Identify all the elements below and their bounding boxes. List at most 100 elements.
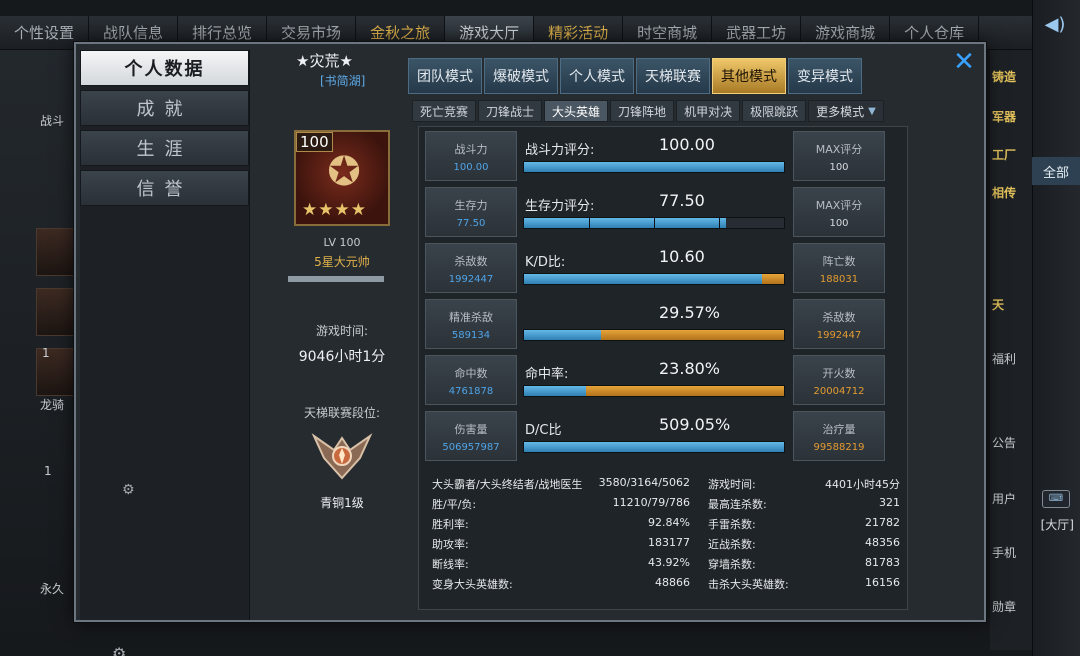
stat-bar-fill: [524, 386, 586, 396]
bg-label: 相传: [992, 186, 1017, 200]
menu-item[interactable]: 信誉: [80, 170, 249, 206]
keyboard-icon[interactable]: ⌨: [1042, 490, 1070, 508]
player-clan[interactable]: [书简湖]: [320, 72, 365, 89]
item-tile[interactable]: [36, 288, 76, 336]
stat-bar-label: D/C比: [525, 423, 562, 438]
right-sidebar: ◀) 全部 ⌨ [大厅]: [1032, 0, 1080, 656]
bg-label: 战斗: [40, 114, 65, 128]
stat-bar-fill: [524, 218, 726, 228]
detail-row: 胜利率: 92.84%: [432, 516, 690, 532]
detail-row: 穿墙杀数: 81783: [708, 556, 900, 572]
stat-bar-label: K/D比:: [525, 255, 566, 270]
detail-row: 近战杀数: 48356: [708, 536, 900, 552]
stat-bar-value: 23.80%: [659, 359, 721, 378]
stat-box-left: 精准杀敌 589134: [425, 299, 517, 349]
detail-value: 4401小时45分: [825, 478, 900, 491]
stat-box-label: 生存力: [454, 199, 488, 212]
stat-progress-bar: [523, 161, 785, 173]
detail-label: 游戏时间:: [708, 478, 756, 491]
sub-mode-tab[interactable]: 刀锋战士: [478, 100, 543, 122]
mode-tab[interactable]: 变异模式: [788, 58, 862, 94]
menu-item[interactable]: 个人数据: [80, 50, 249, 86]
detail-label: 助攻率:: [432, 538, 469, 551]
stat-box-right: MAX评分 100: [793, 187, 885, 237]
detail-value: 92.84%: [648, 516, 690, 529]
sub-mode-tab[interactable]: 死亡竞赛: [412, 100, 477, 122]
more-modes-label: 更多模式: [816, 104, 865, 119]
bg-label: 手机: [992, 546, 1017, 560]
close-icon[interactable]: ✕: [950, 48, 978, 76]
stat-box-label: 命中数: [454, 367, 488, 380]
ladder-rank-value: 青铜1级: [320, 496, 364, 510]
item-tile[interactable]: [36, 228, 76, 276]
mode-tabs: 团队模式 爆破模式 个人模式 天梯联赛 其他模式 变异模式: [408, 58, 864, 94]
menu-item[interactable]: 成就: [80, 90, 249, 126]
stat-box-value: 589134: [451, 330, 491, 341]
stat-box-value: 4761878: [448, 386, 494, 397]
mode-tab[interactable]: 其他模式: [712, 58, 786, 94]
settings-gear-icon[interactable]: ⚙: [112, 644, 126, 656]
stat-box-label: 战斗力: [454, 143, 488, 156]
sub-mode-tab[interactable]: 大头英雄: [544, 100, 609, 122]
bg-label: 工厂: [992, 148, 1017, 162]
gear-icon[interactable]: ⚙: [122, 482, 135, 498]
personal-data-dialog: ✕ 个人数据 成就 生涯 信誉 ⚙ ★灾荒★ [书简湖] 100 ✪ ★★★★ LV …: [74, 42, 986, 656]
bg-label: 铸造: [992, 70, 1017, 84]
stat-bar-fill: [524, 442, 784, 452]
stat-box-left: 生存力 77.50: [425, 187, 517, 237]
stat-bar-label: 战斗力评分:: [525, 143, 595, 158]
exp-bar: [288, 276, 384, 282]
stat-bar-divider: [589, 218, 590, 228]
stat-progress-bar: [523, 385, 785, 397]
detail-value: 43.92%: [648, 556, 690, 569]
stat-progress-bar: [523, 329, 785, 341]
stat-box-label: 治疗量: [822, 423, 856, 436]
menu-item[interactable]: 生涯: [80, 130, 249, 166]
bg-label: 军器: [992, 110, 1017, 124]
stat-box-value: 1992447: [816, 330, 862, 341]
playtime-value: 9046小时1分: [298, 349, 386, 365]
stat-bar-fill-secondary: [585, 386, 784, 396]
stat-bar-divider: [719, 218, 720, 228]
bg-label: 天: [992, 298, 1005, 312]
stat-box-right: 杀敌数 1992447: [793, 299, 885, 349]
more-modes-dropdown[interactable]: 更多模式 ▼: [808, 100, 884, 122]
detail-label: 穿墙杀数:: [708, 558, 756, 571]
detail-row: 变身大头英雄数: 48866: [432, 576, 690, 592]
stat-box-value: 100: [829, 162, 849, 173]
mode-tab[interactable]: 爆破模式: [484, 58, 558, 94]
mode-tab[interactable]: 团队模式: [408, 58, 482, 94]
stat-progress-bar: [523, 441, 785, 453]
stat-box-right: MAX评分 100: [793, 131, 885, 181]
sub-mode-tab[interactable]: 机甲对决: [676, 100, 741, 122]
chevron-down-icon: ▼: [868, 105, 876, 117]
stat-bar-fill: [524, 274, 762, 284]
detail-value: 21782: [865, 516, 900, 529]
speaker-icon[interactable]: ◀): [1042, 14, 1068, 38]
stat-box-value: 100: [829, 218, 849, 229]
stat-box-label: 杀敌数: [454, 255, 488, 268]
background-left-panel: 战斗 龙骑 永久 1 1: [0, 50, 80, 650]
stat-box-label: 阵亡数: [822, 255, 856, 268]
sub-mode-tab[interactable]: 极限跳跃: [742, 100, 807, 122]
mode-tab[interactable]: 个人模式: [560, 58, 634, 94]
detail-row: 最高连杀数: 321: [708, 496, 900, 512]
stat-box-label: MAX评分: [815, 199, 863, 212]
bg-label: 勋章: [992, 600, 1017, 614]
detail-label: 手雷杀数:: [708, 518, 756, 531]
detail-label: 断线率:: [432, 558, 469, 571]
stat-bar-divider: [654, 218, 655, 228]
chat-filter-all[interactable]: 全部: [1032, 157, 1080, 185]
stat-box-label: 伤害量: [454, 423, 488, 436]
stat-bar-value: 77.50: [659, 191, 705, 210]
mode-tab[interactable]: 天梯联赛: [636, 58, 710, 94]
stat-progress-bar: [523, 217, 785, 229]
player-name: ★灾荒★: [296, 52, 353, 70]
stat-box-value: 99588219: [813, 442, 865, 453]
rank-emblem-icon: ✪: [327, 149, 361, 195]
detail-row: 助攻率: 183177: [432, 536, 690, 552]
bg-number: 1: [44, 464, 52, 478]
sub-mode-tab[interactable]: 刀锋阵地: [610, 100, 675, 122]
sub-mode-tabs: 死亡竞赛 刀锋战士 大头英雄 刀锋阵地 机甲对决 极限跳跃 更多模式 ▼: [412, 100, 886, 122]
playtime-label: 游戏时间:: [315, 324, 369, 338]
